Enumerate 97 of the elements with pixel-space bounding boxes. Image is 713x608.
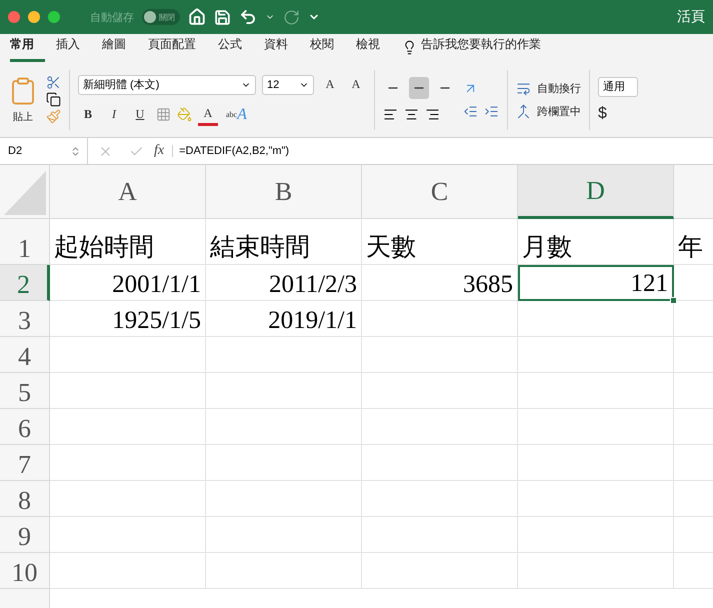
row-header[interactable]: 6 — [0, 409, 50, 445]
autosave-label: 自動儲存 — [90, 10, 134, 24]
empty-cell[interactable] — [206, 337, 362, 373]
table-cell[interactable]: 天數 — [362, 219, 518, 265]
merge-center-label[interactable]: 跨欄置中 — [537, 104, 581, 118]
font-style-button[interactable]: I — [104, 104, 124, 126]
align-left-icon[interactable] — [383, 107, 398, 122]
merge-icon[interactable] — [516, 104, 531, 118]
empty-cell[interactable] — [206, 553, 362, 589]
save-icon[interactable] — [214, 8, 231, 26]
empty-cell[interactable] — [518, 337, 674, 373]
undo-icon[interactable] — [239, 8, 257, 26]
copy-icon[interactable] — [46, 92, 61, 107]
currency-button[interactable]: $ — [598, 104, 607, 122]
font-name-field[interactable]: 新細明體 (本文) — [78, 74, 256, 94]
empty-cell[interactable] — [362, 553, 518, 589]
select-all-corner[interactable] — [0, 165, 50, 219]
row-header[interactable]: 5 — [0, 373, 50, 409]
wrap-text-label[interactable]: 自動換行 — [537, 80, 581, 96]
empty-cell[interactable] — [518, 445, 674, 481]
ribbon-tab[interactable]: 檢視 — [356, 36, 391, 62]
empty-cell[interactable] — [206, 445, 362, 481]
row-header[interactable]: 3 — [0, 301, 50, 337]
table-cell[interactable]: 2019/1/1 — [206, 301, 362, 337]
ribbon-tab[interactable]: 繪圖 — [102, 36, 137, 62]
empty-cell[interactable] — [362, 481, 518, 517]
ribbon-tab[interactable]: 資料 — [264, 36, 299, 62]
indent-decrease-icon[interactable] — [463, 104, 478, 118]
empty-cell[interactable] — [362, 373, 518, 409]
empty-cell[interactable] — [518, 301, 674, 337]
borders-icon[interactable] — [156, 107, 171, 122]
row-header[interactable]: 7 — [0, 445, 50, 481]
font-size-button[interactable]: A — [346, 74, 366, 96]
vertical-align-button[interactable] — [409, 77, 429, 99]
row-header[interactable]: 4 — [0, 337, 50, 373]
row-header[interactable]: 8 — [0, 481, 50, 517]
table-cell[interactable]: 1925/1/5 — [50, 301, 206, 337]
ribbon-tab[interactable]: 校閱 — [310, 36, 345, 62]
empty-cell[interactable] — [206, 517, 362, 553]
font-size-field[interactable]: 12 — [262, 74, 314, 94]
column-header[interactable]: A — [50, 165, 206, 219]
table-cell[interactable]: 3685 — [362, 265, 518, 301]
redo-icon[interactable] — [283, 8, 300, 26]
column-header[interactable]: D — [518, 165, 674, 219]
font-color-button[interactable]: A — [198, 104, 218, 126]
name-box[interactable]: D2 — [0, 138, 88, 164]
row-header[interactable]: 1 — [0, 219, 50, 265]
minimize-button[interactable] — [28, 11, 40, 23]
zoom-button[interactable] — [48, 11, 60, 23]
indent-increase-icon[interactable] — [484, 104, 499, 118]
empty-cell[interactable] — [362, 409, 518, 445]
empty-cell[interactable] — [362, 301, 518, 337]
number-format-field[interactable]: 通用 — [598, 76, 638, 96]
column-header[interactable]: B — [206, 165, 362, 219]
table-cell[interactable]: 結束時間 — [206, 219, 362, 265]
paste-label: 貼上 — [13, 110, 33, 124]
table-cell[interactable]: 121 — [518, 265, 674, 301]
scissors-icon[interactable] — [46, 75, 61, 90]
empty-cell[interactable] — [206, 373, 362, 409]
formula-field[interactable]: =DATEDIF(A2,B2,"m") — [172, 145, 290, 157]
empty-cell[interactable] — [206, 481, 362, 517]
window-title: 活頁 — [677, 8, 705, 26]
font-style-button[interactable]: B — [78, 104, 98, 126]
row-header[interactable]: 9 — [0, 517, 50, 553]
align-center-icon[interactable] — [404, 107, 419, 122]
empty-cell[interactable] — [362, 445, 518, 481]
table-cell[interactable]: 月數 — [518, 219, 674, 265]
empty-cell[interactable] — [518, 481, 674, 517]
fill-handle[interactable] — [670, 297, 677, 304]
table-cell[interactable]: 起始時間 — [50, 219, 206, 265]
empty-cell[interactable] — [518, 373, 674, 409]
empty-cell[interactable] — [362, 517, 518, 553]
row-header[interactable]: 2 — [0, 265, 50, 301]
empty-cell[interactable] — [362, 337, 518, 373]
tell-me-search[interactable]: 告訴我您要執行的作業 — [421, 36, 541, 62]
ribbon-tab[interactable]: 頁面配置 — [148, 36, 207, 62]
empty-cell[interactable] — [518, 409, 674, 445]
empty-cell[interactable] — [518, 553, 674, 589]
ribbon-tab[interactable]: 公式 — [218, 36, 253, 62]
ribbon-tab[interactable]: 插入 — [56, 36, 91, 62]
empty-cell[interactable] — [206, 409, 362, 445]
function-button[interactable]: fx — [154, 143, 164, 159]
column-header[interactable]: C — [362, 165, 518, 219]
fill-color-icon[interactable] — [177, 107, 192, 122]
close-button[interactable] — [8, 11, 20, 23]
table-cell[interactable]: 2001/1/1 — [50, 265, 206, 301]
table-cell[interactable]: 2011/2/3 — [206, 265, 362, 301]
home-icon[interactable] — [188, 8, 206, 26]
autosave-toggle[interactable]: 關閉 — [142, 9, 180, 25]
empty-cell[interactable] — [518, 517, 674, 553]
align-right-icon[interactable] — [425, 107, 440, 122]
font-style-button[interactable]: U — [130, 104, 150, 126]
text-effects-button[interactable]: abcA — [224, 104, 249, 126]
wrap-text-icon[interactable] — [516, 80, 531, 96]
font-size-button[interactable]: A — [320, 74, 340, 96]
row-header[interactable]: 10 — [0, 553, 50, 589]
table-cell[interactable]: 年 — [674, 219, 713, 265]
